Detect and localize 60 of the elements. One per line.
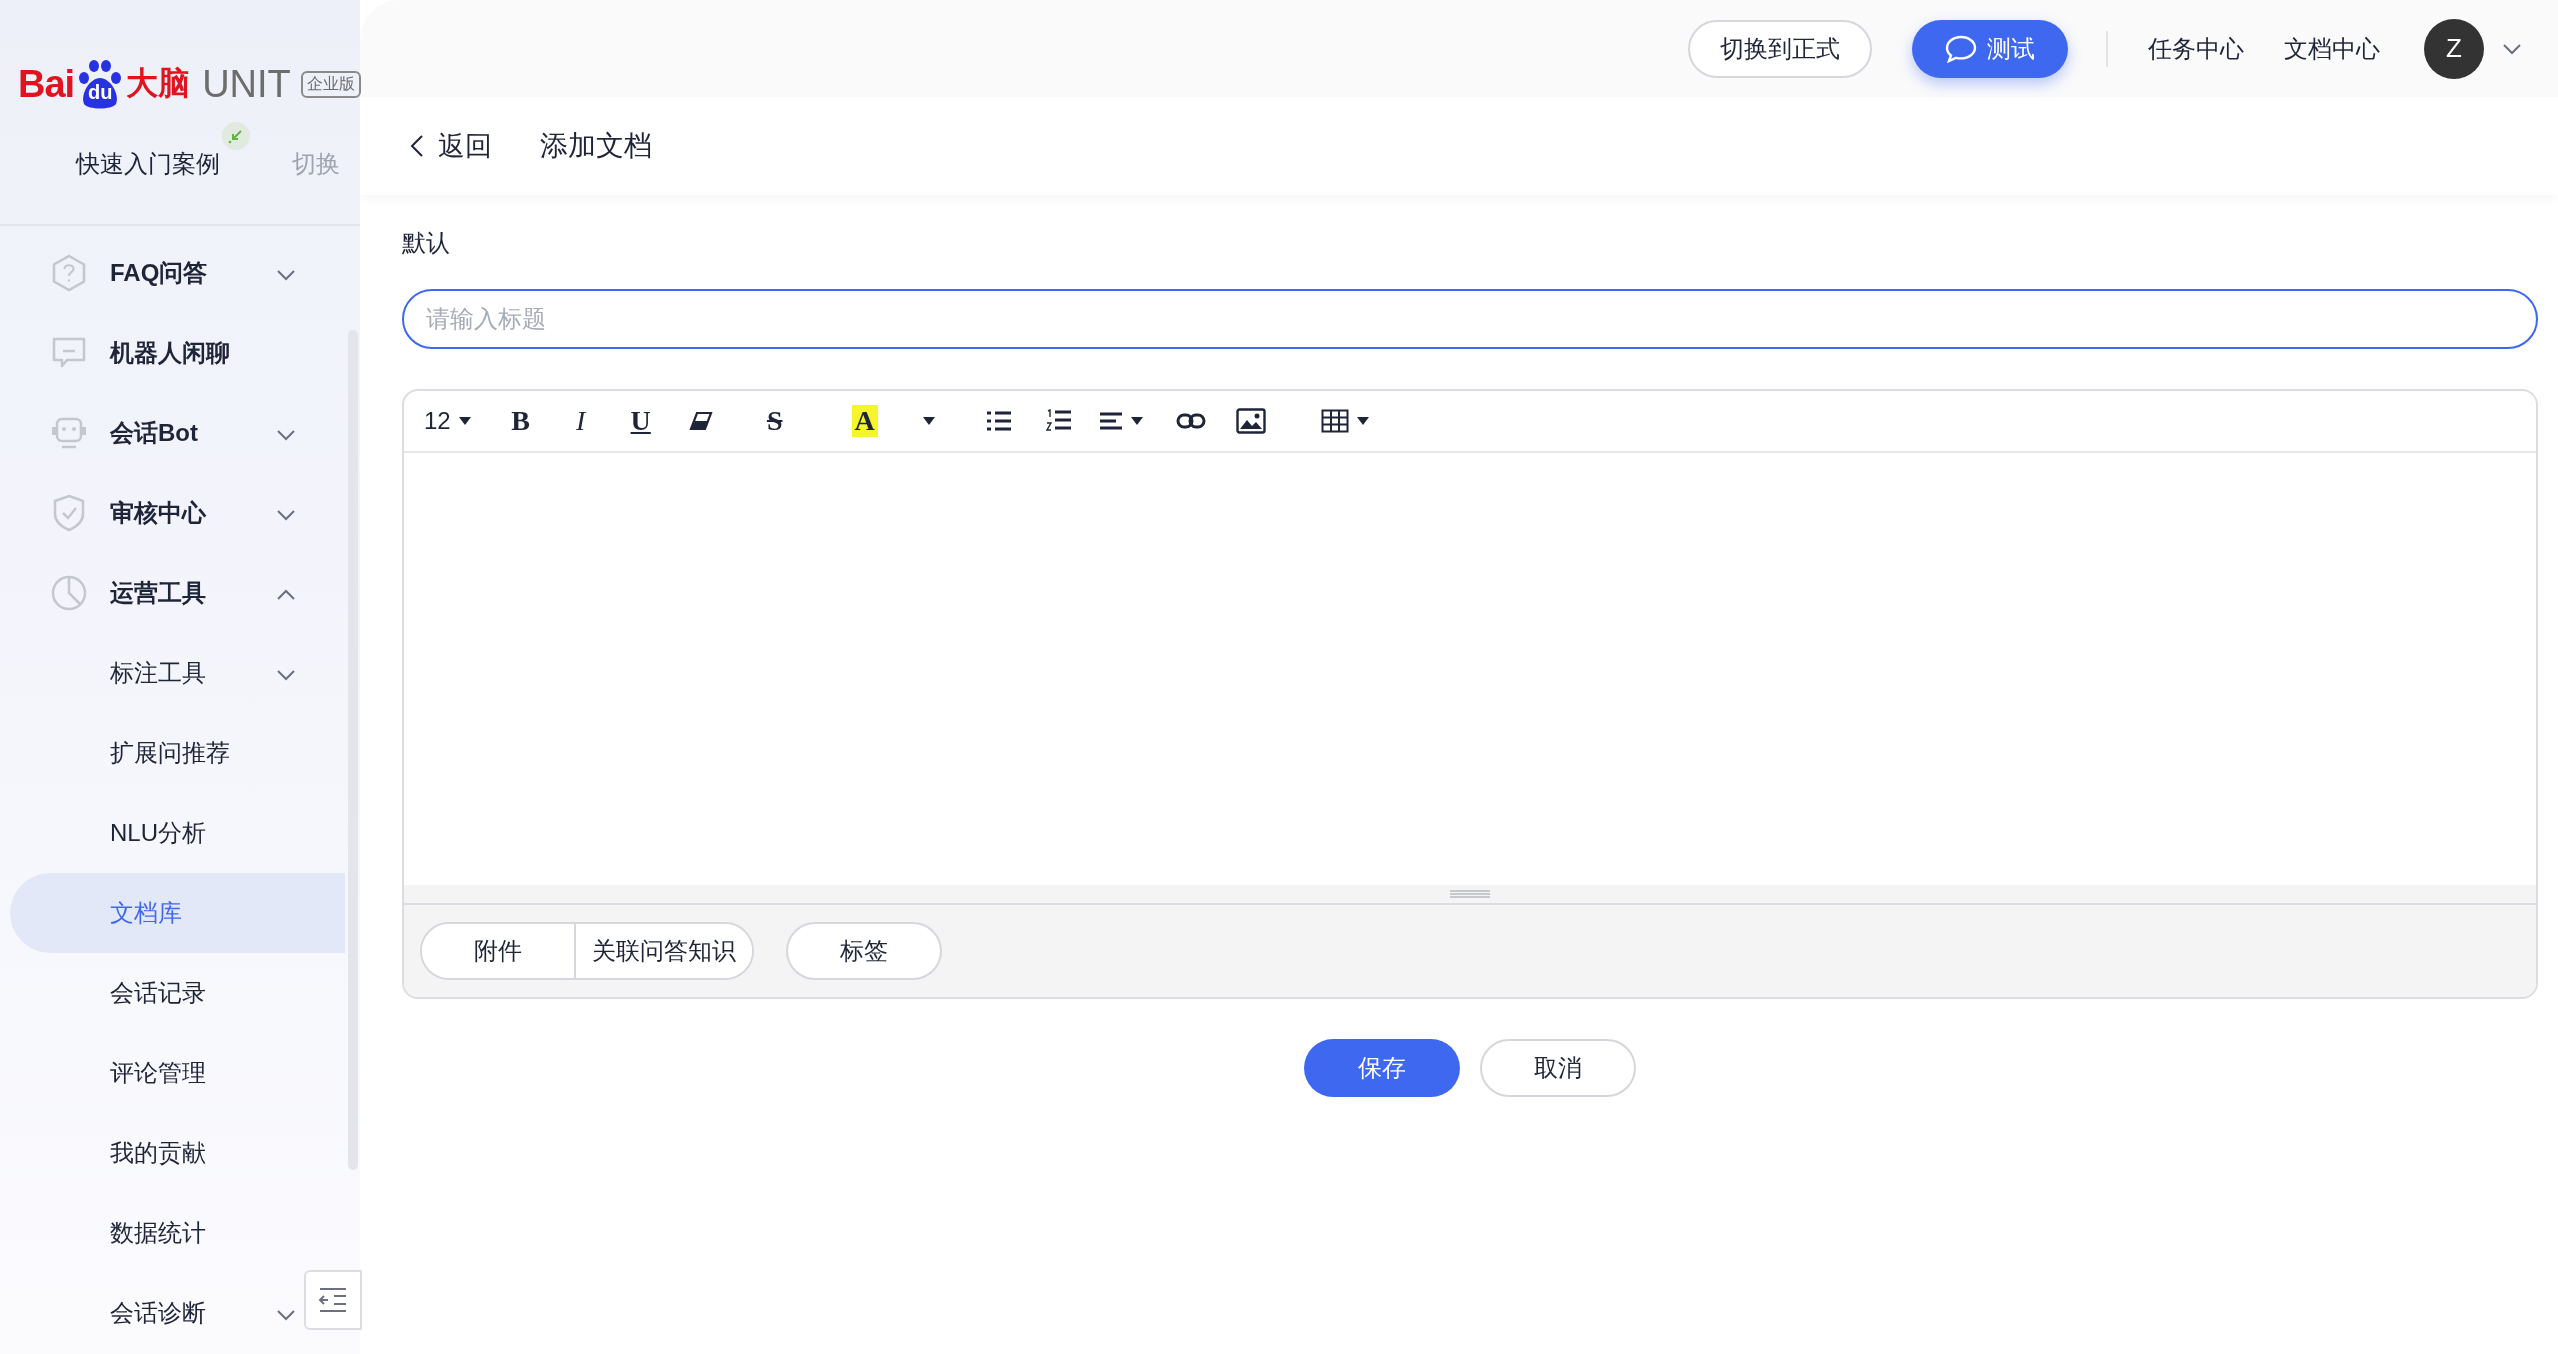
help-hexagon-icon [50, 254, 88, 292]
switch-production-button[interactable]: 切换到正式 [1688, 19, 1872, 78]
menu-item[interactable]: 会话Bot [0, 393, 300, 473]
strikethrough-button[interactable]: S [754, 401, 795, 441]
numbered-list-icon [1045, 409, 1072, 433]
menu-item[interactable]: 评论管理 [0, 1033, 300, 1113]
eraser-icon [688, 411, 713, 431]
menu-item[interactable]: 会话诊断 [0, 1273, 300, 1353]
resize-handle-icon [1450, 890, 1490, 898]
menu-item[interactable]: 我的贡献 [0, 1113, 300, 1193]
menu-item[interactable]: 运营工具 [0, 553, 300, 633]
project-name: 快速入门案例 [76, 148, 220, 180]
page-title: 添加文档 [540, 129, 652, 163]
menu-item[interactable]: 机器人闲聊 [0, 313, 300, 393]
save-button[interactable]: 保存 [1304, 1039, 1460, 1097]
chevron-up-icon [276, 589, 296, 601]
menu-item[interactable]: 数据统计 [0, 1193, 300, 1273]
caret-down-icon [1130, 417, 1143, 425]
pie-chart-icon [50, 574, 88, 612]
chevron-left-icon [410, 134, 424, 158]
category-label: 默认 [402, 228, 450, 258]
bullet-list-icon [985, 410, 1012, 432]
chat-bubble-icon [1945, 34, 1977, 63]
back-link[interactable]: 返回 [410, 128, 492, 164]
chevron-down-icon [276, 429, 296, 441]
test-button[interactable]: 测试 [1912, 19, 2068, 78]
header-link[interactable]: 任务中心 [2148, 32, 2244, 65]
collapse-icon [318, 1287, 348, 1313]
link-icon [1175, 413, 1206, 429]
bold-button[interactable]: B [500, 401, 541, 441]
italic-button[interactable]: I [560, 401, 601, 441]
align-left-icon [1098, 411, 1123, 431]
caret-down-icon [458, 417, 471, 425]
menu-item[interactable]: NLU分析 [0, 793, 300, 873]
cancel-button[interactable]: 取消 [1480, 1039, 1636, 1097]
caret-down-icon [922, 417, 935, 425]
menu-item[interactable]: 文档库 [10, 873, 345, 953]
chevron-down-icon [2502, 42, 2522, 55]
menu-item[interactable]: 审核中心 [0, 473, 300, 553]
title-input[interactable]: 请输入标题 [402, 289, 2538, 349]
user-avatar[interactable]: Z [2424, 18, 2484, 79]
image-icon [1235, 408, 1266, 434]
font-size-dropdown[interactable]: 12 [424, 401, 471, 441]
attachment-tab[interactable]: 关联问答知识 [574, 924, 752, 978]
header-link[interactable]: 文档中心 [2284, 32, 2380, 65]
chevron-down-icon [276, 1309, 296, 1321]
caret-down-icon [1356, 417, 1369, 425]
tag-button[interactable]: 标签 [786, 922, 942, 980]
collapse-sidebar-button[interactable] [304, 1270, 362, 1330]
table-grid-icon [1320, 409, 1349, 433]
chevron-down-icon [276, 509, 296, 521]
menu-item[interactable]: 标注工具 [0, 633, 300, 713]
menu-item[interactable]: FAQ问答 [0, 233, 300, 313]
robot-icon [50, 415, 88, 451]
chevron-down-icon [276, 269, 296, 281]
logo[interactable]: Bai du 大脑 UNIT 企业版 [18, 58, 361, 110]
menu-item[interactable]: 扩展问推荐 [0, 713, 300, 793]
underline-button[interactable]: U [620, 401, 661, 441]
menu-item[interactable]: 会话记录 [0, 953, 300, 1033]
chevron-down-icon [276, 669, 296, 681]
